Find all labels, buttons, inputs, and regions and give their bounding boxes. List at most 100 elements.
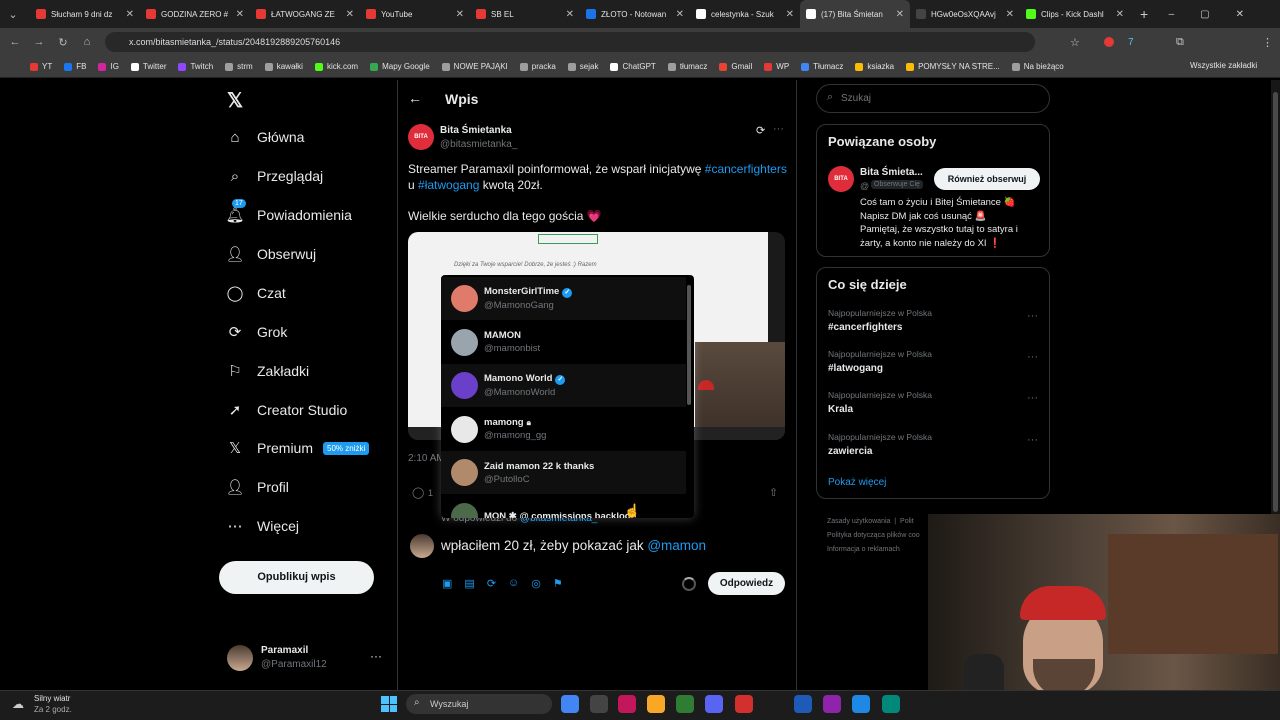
- trend-item[interactable]: Najpopularniejsze w Polska #cancerfighter…: [828, 308, 932, 333]
- image-app-icon[interactable]: [618, 695, 636, 713]
- bookmark-item[interactable]: strm: [225, 62, 253, 71]
- tab-close-icon[interactable]: ✕: [676, 9, 684, 20]
- obs-icon[interactable]: [590, 695, 608, 713]
- browser-tab[interactable]: GODZINA ZERO # ✕: [140, 0, 250, 28]
- bookmark-item[interactable]: pracka: [519, 62, 556, 71]
- more-dots-icon[interactable]: ···: [773, 123, 784, 135]
- trend-item[interactable]: Najpopularniejsze w Polska Krala: [828, 390, 932, 415]
- word-icon[interactable]: [794, 695, 812, 713]
- flag-icon[interactable]: ⚑: [553, 577, 563, 590]
- account-switcher[interactable]: Paramaxil @Paramaxil12 ···: [227, 643, 387, 675]
- bookmark-item[interactable]: POMYSŁY NA STRE...: [906, 62, 1000, 71]
- share-icon[interactable]: ⇧: [769, 486, 778, 499]
- tab-list-button[interactable]: ⌄: [4, 8, 22, 21]
- bookmark-item[interactable]: sejak: [567, 62, 598, 71]
- bookmark-item[interactable]: Mapy Google: [370, 62, 430, 71]
- mention-suggestion[interactable]: MAMON @mamonbist: [441, 321, 686, 364]
- browser-tab[interactable]: YouTube ✕: [360, 0, 470, 28]
- bookmark-item[interactable]: NOWE PAJĄKI: [441, 62, 508, 71]
- browser-tab[interactable]: (17) Bita Śmietan ✕: [800, 0, 910, 28]
- sidebar-item-3[interactable]: 🔔︎ Powiadomienia 17: [225, 199, 352, 224]
- bookmark-item[interactable]: IG: [98, 62, 119, 71]
- sidebar-item-1[interactable]: ⌂ Główna: [226, 128, 304, 146]
- weather-icon[interactable]: ☁: [12, 697, 24, 711]
- post-button[interactable]: Opublikuj wpis: [219, 561, 374, 594]
- tab-close-icon[interactable]: ✕: [896, 9, 904, 20]
- cloud-icon[interactable]: [852, 695, 870, 713]
- folder-icon[interactable]: [647, 695, 665, 713]
- reply-icon[interactable]: ◯: [412, 486, 424, 499]
- footer-link[interactable]: Zasady użytkowania: [827, 518, 890, 525]
- grok-icon[interactable]: ⟳: [756, 124, 765, 137]
- sidebar-item-9[interactable]: 𝕏 Premium 50% zniżki: [226, 439, 370, 457]
- tab-close-icon[interactable]: ✕: [1116, 9, 1124, 20]
- mention-suggestion[interactable]: Mamono World ✓ @MamonoWorld: [441, 364, 686, 407]
- all-bookmarks[interactable]: Wszystkie zakładki: [1190, 61, 1257, 70]
- author-name[interactable]: Bita Śmietanka: [440, 125, 512, 136]
- reload-icon[interactable]: ↻: [54, 36, 72, 49]
- photos-icon[interactable]: [823, 695, 841, 713]
- related-name[interactable]: Bita Śmieta...: [860, 167, 923, 178]
- follow-back-button[interactable]: Również obserwuj: [934, 168, 1040, 190]
- reply-input[interactable]: wpłaciłem 20 zł, żeby pokazać jak @mamon: [441, 538, 781, 553]
- star-icon[interactable]: ☆: [1070, 36, 1080, 49]
- grok-compose-icon[interactable]: ⟳: [487, 577, 496, 590]
- browser-tab[interactable]: Clips - Kick Dashl ✕: [1020, 0, 1130, 28]
- browser-tab[interactable]: ZŁOTO - Notowan ✕: [580, 0, 690, 28]
- start-button[interactable]: [381, 696, 397, 712]
- browser-tab[interactable]: celestynka - Szuk ✕: [690, 0, 800, 28]
- notepad-icon[interactable]: [882, 695, 900, 713]
- bookmark-item[interactable]: Na bieżąco: [1011, 62, 1064, 71]
- more-dots-icon[interactable]: ···: [1027, 310, 1038, 322]
- window-controls[interactable]: –▢✕: [1169, 9, 1270, 20]
- bookmark-item[interactable]: kawałki: [264, 62, 303, 71]
- forward-icon[interactable]: →: [30, 36, 48, 48]
- related-avatar[interactable]: BITA: [828, 166, 854, 192]
- bookmark-item[interactable]: kick.com: [314, 62, 358, 71]
- tab-close-icon[interactable]: ✕: [126, 9, 134, 20]
- tab-close-icon[interactable]: ✕: [566, 9, 574, 20]
- author-avatar[interactable]: BITA: [408, 124, 434, 150]
- dropdown-scrollbar[interactable]: [687, 285, 691, 405]
- more-dots-icon[interactable]: ···: [1027, 351, 1038, 363]
- home-browser-icon[interactable]: ⌂: [78, 36, 96, 48]
- image-icon[interactable]: ▣: [442, 577, 452, 590]
- bookmark-item[interactable]: Twitch: [178, 62, 213, 71]
- tweet-timestamp[interactable]: 2:10 AM: [408, 453, 445, 464]
- reply-button[interactable]: Odpowiedz: [708, 572, 785, 595]
- footer-link[interactable]: Informacja o reklamach: [827, 543, 920, 557]
- browser-tab[interactable]: HGw0eOsXQAAvj ✕: [910, 0, 1020, 28]
- bookmark-item[interactable]: Gmail: [719, 62, 752, 71]
- trend-item[interactable]: Najpopularniejsze w Polska zawiercia: [828, 432, 932, 457]
- chrome-icon[interactable]: [561, 695, 579, 713]
- bookmark-item[interactable]: WP: [764, 62, 789, 71]
- mention-suggestion[interactable]: mamong 🔒︎ @mamong_gg: [441, 408, 686, 451]
- menu-icon[interactable]: ⋮: [1262, 36, 1273, 49]
- show-more-link[interactable]: Pokaż więcej: [828, 477, 886, 488]
- gif-icon[interactable]: ▤: [464, 577, 474, 590]
- location-icon[interactable]: ◎: [531, 577, 541, 590]
- bookmark-item[interactable]: Tłumacz: [801, 62, 843, 71]
- x-logo-icon[interactable]: 𝕏: [227, 88, 243, 113]
- weather-title[interactable]: Silny wiatr: [34, 694, 70, 703]
- tab-close-icon[interactable]: ✕: [456, 9, 464, 20]
- mention-suggestion[interactable]: MON ✱ @ commissions backlog!!: [441, 495, 686, 518]
- record-extension-icon[interactable]: [1104, 37, 1114, 47]
- sidebar-item-8[interactable]: ➚ Creator Studio: [226, 401, 348, 419]
- opera-icon[interactable]: [735, 695, 753, 713]
- bookmark-item[interactable]: tłumacz: [667, 62, 707, 71]
- author-handle[interactable]: @bitasmietanka_: [440, 139, 517, 150]
- sidebar-item-10[interactable]: 👤︎ Profil: [225, 478, 288, 496]
- tab-close-icon[interactable]: ✕: [346, 9, 354, 20]
- back-icon[interactable]: ←: [6, 36, 24, 48]
- bookmark-item[interactable]: ChatGPT: [610, 62, 656, 71]
- mention-suggestion[interactable]: MonsterGirlTime ✓ @MamonoGang: [441, 277, 686, 320]
- sidebar-item-5[interactable]: ◯ Czat: [226, 284, 286, 302]
- scrollbar-thumb[interactable]: [1273, 92, 1278, 512]
- more-dots-icon[interactable]: ···: [1027, 434, 1038, 446]
- back-arrow-icon[interactable]: ←: [408, 90, 422, 106]
- emoji-icon[interactable]: ☺: [508, 577, 519, 590]
- mention-suggestion[interactable]: Zaid mamon 22 k thanks @PutolloC: [441, 451, 686, 494]
- browser-icon[interactable]: [676, 695, 694, 713]
- tab-close-icon[interactable]: ✕: [1006, 9, 1014, 20]
